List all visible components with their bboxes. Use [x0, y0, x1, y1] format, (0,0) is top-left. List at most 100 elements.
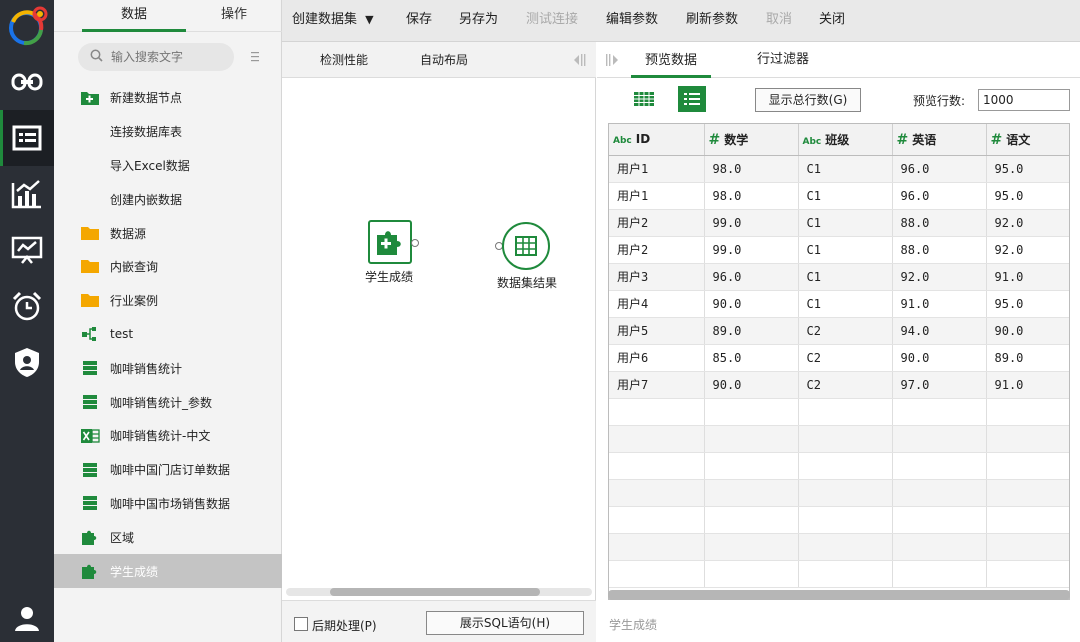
nav-dashboard-icon[interactable] [0, 222, 54, 278]
table-cell [704, 506, 799, 534]
preview-rows-input[interactable] [978, 89, 1070, 111]
folder-icon [80, 224, 100, 242]
tree-item-label: 咖啡中国门店订单数据 [110, 463, 231, 478]
scrollbar-thumb[interactable] [330, 588, 540, 596]
tree-item[interactable]: 数据源 [54, 216, 282, 250]
column-header[interactable]: # 英语 [892, 124, 987, 156]
table-cell: 95.0 [986, 155, 1069, 183]
table-cell: 89.0 [704, 317, 799, 345]
tree-item[interactable]: 行业案例 [54, 284, 282, 318]
tree-item[interactable]: 咖啡中国门店订单数据 [54, 453, 282, 487]
tree-item[interactable]: 内嵌查询 [54, 250, 282, 284]
tree-item[interactable]: 新建数据节点 [54, 81, 282, 115]
tree-item[interactable]: 学生成绩 [54, 554, 282, 588]
save-as-button[interactable]: 另存为 [459, 0, 498, 42]
table-icon [80, 393, 100, 411]
refresh-params-button[interactable]: 刷新参数 [686, 0, 738, 42]
test-connection-button[interactable]: 测试连接 [526, 0, 578, 42]
table-cell [892, 398, 987, 426]
expand-right-icon[interactable] [605, 53, 621, 67]
tab-data[interactable]: 数据 [82, 0, 186, 32]
tree-item[interactable]: test [54, 318, 282, 352]
table-row: 用户1 98.0 C1 96.0 95.0 [609, 182, 1069, 210]
tree-item[interactable]: 导入Excel数据 [54, 149, 282, 183]
tree-item[interactable]: 咖啡销售统计_参数 [54, 385, 282, 419]
nav-user-icon[interactable] [0, 590, 54, 642]
table-horizontal-scrollbar[interactable] [608, 590, 1070, 600]
nav-dataset-icon[interactable] [0, 110, 54, 166]
tree-item[interactable]: 创建内嵌数据 [54, 182, 282, 216]
nav-rail [0, 0, 54, 642]
canvas-horizontal-scrollbar[interactable] [286, 588, 592, 596]
puzzle-icon [80, 562, 100, 580]
column-header[interactable]: # 数学 [704, 124, 799, 156]
node-student-scores[interactable]: 学生成绩 [364, 220, 434, 284]
auto-layout-button[interactable]: 自动布局 [420, 42, 468, 78]
search-box[interactable] [78, 43, 234, 71]
search-input[interactable] [111, 50, 221, 64]
nav-chart-icon[interactable] [0, 166, 54, 222]
output-port[interactable] [411, 239, 419, 247]
table-header-row: Abc ID # 数学 Abc 班级 # 英语 # 语文 [609, 124, 1069, 156]
table-cell [609, 452, 705, 480]
preview-rows-label: 预览行数: [913, 94, 966, 108]
nav-schedule-icon[interactable] [0, 278, 54, 334]
close-button[interactable]: 关闭 [819, 0, 845, 42]
edit-params-button[interactable]: 编辑参数 [606, 0, 658, 42]
tree-item[interactable]: 咖啡销售统计-中文 [54, 419, 282, 453]
table-row: 用户6 85.0 C2 90.0 89.0 [609, 344, 1069, 372]
nav-security-icon[interactable] [0, 334, 54, 390]
table-cell [798, 560, 893, 588]
table-cell: C1 [798, 209, 893, 237]
table-cell [798, 452, 893, 480]
cancel-button[interactable]: 取消 [766, 0, 792, 42]
create-dataset-button[interactable]: 创建数据集 ▼ [292, 0, 374, 42]
grid-view-icon[interactable] [630, 86, 658, 112]
tree-item[interactable]: 咖啡销售统计 [54, 351, 282, 385]
tab-row-filter[interactable]: 行过滤器 [737, 42, 829, 78]
tree-item-label: 咖啡销售统计-中文 [110, 429, 211, 444]
table-cell [798, 506, 893, 534]
resource-panel: 数据 操作 新建数据节点连接数据库表导入Excel数据创建内嵌数据数据源内嵌查询… [54, 0, 282, 642]
table-cell: 90.0 [704, 290, 799, 318]
table-cell: 用户1 [609, 155, 705, 183]
table-cell [986, 533, 1069, 561]
post-process-label: 后期处理(P) [312, 619, 377, 633]
nav-link-icon[interactable] [0, 54, 54, 110]
tab-operations[interactable]: 操作 [186, 0, 282, 32]
search-icon [90, 49, 103, 65]
table-cell: 96.0 [892, 155, 987, 183]
tree-item[interactable]: 连接数据库表 [54, 115, 282, 149]
column-header[interactable]: Abc 班级 [798, 124, 893, 156]
table-row: 用户5 89.0 C2 94.0 90.0 [609, 317, 1069, 345]
table-cell: 89.0 [986, 344, 1069, 372]
show-total-rows-button[interactable]: 显示总行数(G) [755, 88, 861, 112]
table-row: 用户2 99.0 C1 88.0 92.0 [609, 209, 1069, 237]
node-dataset-result[interactable]: 数据集结果 [494, 222, 574, 292]
tree-item[interactable]: 区域 [54, 520, 282, 554]
column-header-label: 班级 [825, 132, 850, 147]
detect-performance-button[interactable]: 检测性能 [320, 42, 368, 78]
tree-item-label: 数据源 [110, 226, 147, 241]
table-cell: 91.0 [986, 371, 1069, 399]
show-sql-button[interactable]: 展示SQL语句(H) [426, 611, 584, 635]
list-view-icon[interactable] [678, 86, 706, 112]
node-source-label: 学生成绩 [365, 270, 414, 284]
table-cell [704, 452, 799, 480]
post-process-checkbox[interactable] [294, 617, 308, 631]
table-cell: 97.0 [892, 371, 987, 399]
table-cell: 90.0 [986, 317, 1069, 345]
column-header[interactable]: Abc ID [609, 124, 705, 156]
tab-preview-data[interactable]: 预览数据 [631, 42, 711, 78]
table-icon [502, 222, 550, 270]
tree-item[interactable]: 咖啡中国市场销售数据 [54, 487, 282, 521]
collapse-left-icon[interactable] [570, 53, 586, 67]
table-cell: 用户5 [609, 317, 705, 345]
table-cell: C2 [798, 344, 893, 372]
save-button[interactable]: 保存 [406, 0, 432, 42]
number-type-icon: # [990, 131, 1003, 148]
column-header[interactable]: # 语文 [986, 124, 1069, 156]
list-menu-icon[interactable] [250, 50, 260, 64]
app-window: 数据 操作 新建数据节点连接数据库表导入Excel数据创建内嵌数据数据源内嵌查询… [0, 0, 1080, 642]
column-header-label: ID [635, 132, 651, 147]
